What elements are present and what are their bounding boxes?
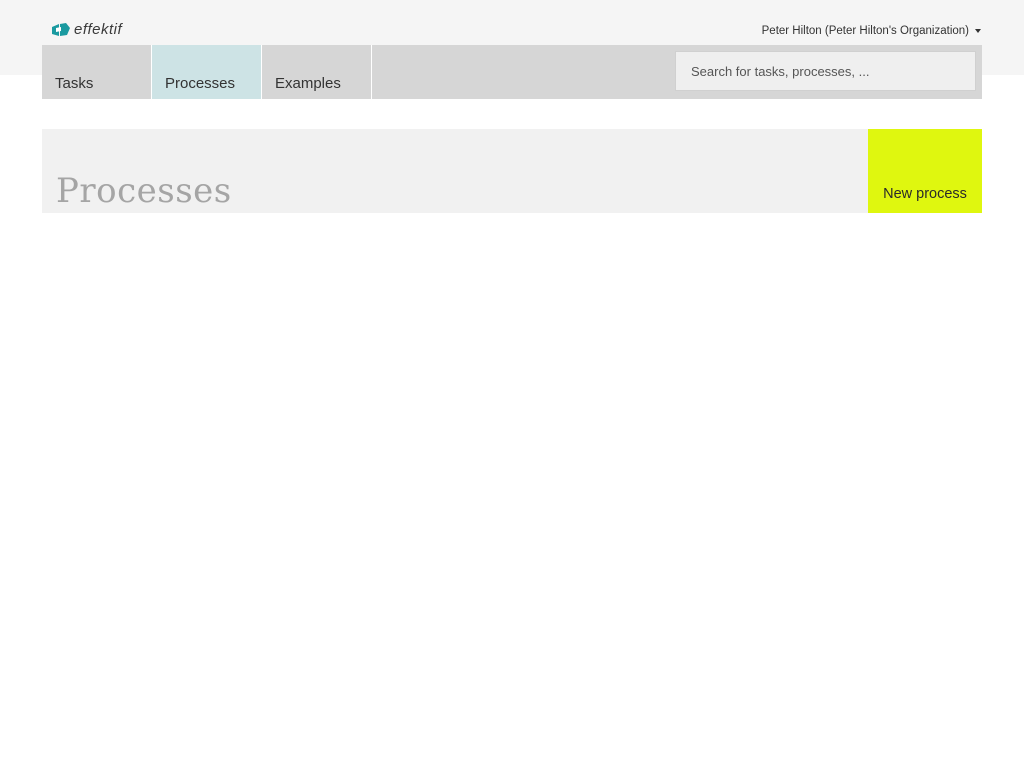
page-title: Processes xyxy=(56,171,232,211)
tab-examples[interactable]: Examples xyxy=(262,45,372,99)
logo-text: effektif xyxy=(74,21,123,38)
caret-down-icon xyxy=(975,29,981,33)
user-menu[interactable]: Peter Hilton (Peter Hilton's Organizatio… xyxy=(762,25,981,37)
search-input[interactable] xyxy=(675,51,976,91)
new-process-label: New process xyxy=(883,186,967,202)
page-header: Processes New process xyxy=(42,129,982,213)
tab-label: Processes xyxy=(165,75,236,92)
effektif-logo-icon xyxy=(52,23,70,36)
main-nav: Tasks Processes Examples xyxy=(42,45,982,99)
brand-logo[interactable]: effektif xyxy=(52,22,122,38)
new-process-button[interactable]: New process xyxy=(868,129,982,213)
tab-tasks[interactable]: Tasks xyxy=(42,45,152,99)
tab-processes[interactable]: Processes xyxy=(152,45,262,99)
tab-label: Tasks xyxy=(55,75,94,92)
tab-label: Examples xyxy=(275,75,341,92)
user-menu-label: Peter Hilton (Peter Hilton's Organizatio… xyxy=(761,25,969,37)
